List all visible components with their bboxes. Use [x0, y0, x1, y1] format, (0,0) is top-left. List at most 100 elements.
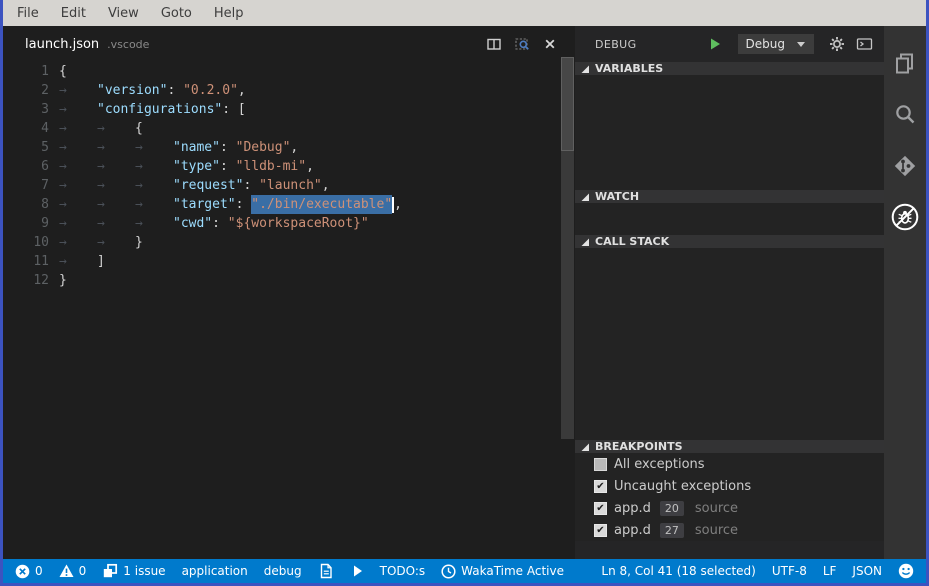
debug-config-dropdown[interactable]: Debug — [738, 34, 814, 54]
status-utf-8[interactable]: UTF-8 — [772, 564, 807, 578]
status-0[interactable]: 0 — [59, 564, 87, 578]
code-line[interactable]: 2→"version": "0.2.0", — [3, 81, 575, 100]
code-token: { — [59, 62, 67, 81]
menu-item-help[interactable]: Help — [203, 0, 255, 26]
breakpoint-row[interactable]: ✔app.d27source — [575, 519, 884, 541]
code-token: } — [135, 233, 143, 252]
code-token: } — [59, 271, 67, 290]
whitespace-tab-arrow: → — [97, 119, 135, 138]
status-ln-8-col-41-18-selected[interactable]: Ln 8, Col 41 (18 selected) — [601, 564, 755, 578]
status-json[interactable]: JSON — [852, 564, 882, 578]
status-wakatime-active[interactable]: WakaTime Active — [441, 564, 564, 579]
whitespace-tab-arrow: → — [97, 195, 135, 214]
whitespace-tab-arrow: → — [59, 119, 97, 138]
code-line[interactable]: 4→→{ — [3, 119, 575, 138]
breakpoint-row[interactable]: All exceptions — [575, 453, 884, 475]
open-preview-icon[interactable] — [513, 35, 531, 53]
whitespace-tab-arrow: → — [59, 195, 97, 214]
whitespace-tab-arrow: → — [135, 157, 173, 176]
breakpoint-row[interactable]: ✔ Uncaught exceptions — [575, 475, 884, 497]
code-editor[interactable]: 1{2→"version": "0.2.0",3→"configurations… — [3, 62, 575, 290]
activity-item-debug-active[interactable] — [884, 191, 926, 242]
line-number: 2 — [3, 81, 49, 100]
code-token: [ — [238, 100, 246, 119]
activity-item-search[interactable] — [884, 89, 926, 140]
code-token: "launch" — [259, 176, 322, 195]
breakpoint-row[interactable]: ✔app.d20source — [575, 497, 884, 519]
whitespace-tab-arrow: → — [59, 214, 97, 233]
breakpoint-label: Uncaught exceptions — [614, 479, 751, 494]
code-token: : — [222, 100, 238, 119]
status-play[interactable] — [350, 563, 364, 579]
menu-item-edit[interactable]: Edit — [50, 0, 97, 26]
checkbox-unchecked[interactable] — [594, 458, 607, 471]
code-line[interactable]: 7→→→"request": "launch", — [3, 176, 575, 195]
code-token: , — [238, 81, 246, 100]
twistie-icon — [580, 442, 590, 452]
activity-item-git[interactable] — [884, 140, 926, 191]
code-token: "target" — [173, 195, 236, 214]
status-0[interactable]: 0 — [15, 564, 43, 579]
whitespace-tab-arrow: → — [59, 252, 97, 271]
status-label: WakaTime Active — [461, 564, 564, 578]
status-label: 0 — [79, 564, 87, 578]
code-token: : — [167, 81, 183, 100]
file-title: launch.json — [25, 37, 99, 52]
activity-bar — [884, 26, 926, 559]
code-line[interactable]: 8→→→"target": "./bin/executable", — [3, 195, 575, 214]
section-header-variables[interactable]: VARIABLES — [575, 62, 884, 75]
split-editor-icon[interactable] — [485, 35, 503, 53]
whitespace-tab-arrow: → — [135, 138, 173, 157]
debug-console-button[interactable] — [854, 34, 874, 54]
status-application[interactable]: application — [182, 564, 248, 578]
code-token: "type" — [173, 157, 220, 176]
menu-item-view[interactable]: View — [97, 0, 150, 26]
status-1-issue[interactable]: 1 issue — [102, 563, 165, 579]
section-title: CALL STACK — [595, 235, 669, 248]
close-icon[interactable] — [541, 35, 559, 53]
code-line[interactable]: 11→] — [3, 252, 575, 271]
section-body-breakpoints: All exceptions✔Uncaught exceptions✔app.d… — [575, 453, 884, 541]
configure-gear-button[interactable] — [827, 34, 847, 54]
code-token: "cwd" — [173, 214, 212, 233]
status-bar: 0 0 1 issue application debug TODO:s WakaTime … — [3, 559, 926, 583]
scrollbar-thumb[interactable] — [561, 57, 574, 151]
section-header-call-stack[interactable]: CALL STACK — [575, 235, 884, 248]
status-label: application — [182, 564, 248, 578]
selected-text: "./bin/executable" — [251, 195, 392, 214]
status-smiley[interactable] — [898, 563, 914, 579]
menu-item-goto[interactable]: Goto — [150, 0, 203, 26]
status-label: JSON — [852, 564, 882, 578]
editor-scrollbar[interactable] — [561, 57, 574, 439]
checkbox-checked[interactable]: ✔ — [594, 524, 607, 537]
code-line[interactable]: 1{ — [3, 62, 575, 81]
checkbox-checked[interactable]: ✔ — [594, 502, 607, 515]
status-todo-s[interactable]: TODO:s — [380, 564, 426, 578]
section-body-call-stack — [575, 248, 884, 440]
code-line[interactable]: 5→→→"name": "Debug", — [3, 138, 575, 157]
code-token: "version" — [97, 81, 167, 100]
code-token: "Debug" — [236, 138, 291, 157]
status-debug[interactable]: debug — [264, 564, 302, 578]
whitespace-tab-arrow: → — [97, 233, 135, 252]
code-token: , — [394, 195, 402, 214]
menu-item-file[interactable]: File — [6, 0, 50, 26]
line-content: } — [59, 271, 67, 290]
code-line[interactable]: 12} — [3, 271, 575, 290]
breakpoint-label: app.d — [614, 523, 651, 538]
whitespace-tab-arrow: → — [97, 176, 135, 195]
code-line[interactable]: 3→"configurations": [ — [3, 100, 575, 119]
section-header-watch[interactable]: WATCH — [575, 190, 884, 203]
line-content: { — [59, 62, 67, 81]
activity-item-explorer[interactable] — [884, 38, 926, 89]
code-line[interactable]: 9→→→"cwd": "${workspaceRoot}" — [3, 214, 575, 233]
code-line[interactable]: 10→→} — [3, 233, 575, 252]
status-file[interactable] — [318, 563, 334, 579]
whitespace-tab-arrow: → — [97, 157, 135, 176]
status-lf[interactable]: LF — [823, 564, 837, 578]
checkbox-checked[interactable]: ✔ — [594, 480, 607, 493]
code-line[interactable]: 6→→→"type": "lldb-mi", — [3, 157, 575, 176]
section-header-breakpoints[interactable]: BREAKPOINTS — [575, 440, 884, 453]
editor-actions — [485, 35, 559, 53]
start-debug-button[interactable] — [705, 34, 725, 54]
